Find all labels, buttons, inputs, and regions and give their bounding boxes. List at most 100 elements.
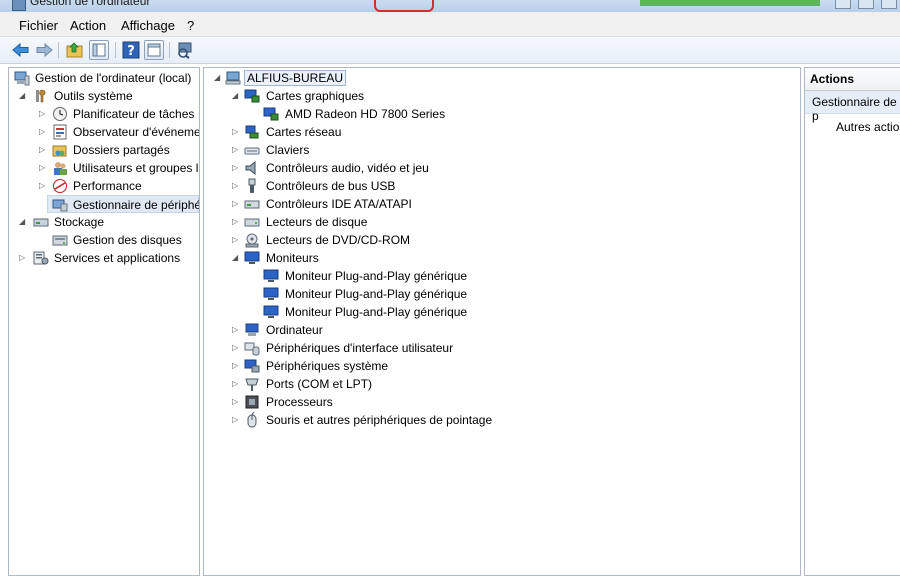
device-amd-radeon[interactable]: AMD Radeon HD 7800 Series bbox=[204, 105, 800, 123]
tools-icon bbox=[36, 89, 46, 103]
device-category-systeme[interactable]: ▷ Périphériques système bbox=[204, 357, 800, 375]
maximize-button[interactable] bbox=[858, 0, 874, 9]
close-button[interactable] bbox=[881, 0, 897, 9]
svg-text:?: ? bbox=[127, 44, 135, 59]
actions-section-gestionnaire[interactable]: Gestionnaire de p bbox=[805, 91, 900, 123]
collapsed-arrow-icon[interactable]: ▷ bbox=[232, 362, 239, 370]
menu-help[interactable]: ? bbox=[187, 18, 194, 33]
expanded-arrow-icon[interactable]: ◢ bbox=[232, 254, 239, 262]
collapsed-arrow-icon[interactable]: ▷ bbox=[232, 128, 239, 136]
tree-item-utilisateurs[interactable]: ▷ Utilisateurs et groupes l bbox=[9, 159, 199, 177]
tree-item-root[interactable]: Gestion de l'ordinateur (local) bbox=[9, 69, 199, 87]
collapsed-arrow-icon[interactable]: ▷ bbox=[39, 182, 46, 190]
up-folder-icon[interactable] bbox=[65, 40, 85, 60]
toolbar-separator bbox=[169, 42, 170, 58]
show-hide-tree-icon bbox=[92, 43, 106, 57]
display-adapter-icon bbox=[263, 107, 279, 121]
device-category-cartes-reseau[interactable]: ▷ Cartes réseau bbox=[204, 123, 800, 141]
usb-icon bbox=[248, 178, 256, 193]
tree-item-gestion-disques[interactable]: Gestion des disques bbox=[9, 231, 199, 249]
back-arrow-icon[interactable] bbox=[11, 40, 31, 60]
expanded-arrow-icon[interactable]: ◢ bbox=[19, 92, 26, 100]
help-icon[interactable]: ? bbox=[121, 40, 141, 60]
minimize-button[interactable] bbox=[835, 0, 851, 9]
computer-management-icon bbox=[12, 0, 26, 11]
collapsed-arrow-icon[interactable]: ▷ bbox=[232, 182, 239, 190]
collapsed-arrow-icon[interactable]: ▷ bbox=[39, 128, 46, 136]
device-category-moniteurs[interactable]: ◢ Moniteurs bbox=[204, 249, 800, 267]
monitor-icon bbox=[244, 251, 260, 264]
expanded-arrow-icon[interactable]: ◢ bbox=[232, 92, 239, 100]
device-tree: ◢ ALFIUS-BUREAU ◢ Cartes graphiques AMD … bbox=[203, 67, 801, 576]
toolbar-separator bbox=[58, 42, 59, 58]
device-manager-icon bbox=[52, 199, 68, 212]
computer-management-icon bbox=[14, 71, 30, 86]
scan-hardware-icon[interactable] bbox=[175, 40, 195, 60]
actions-pane: Actions Gestionnaire de p Autres actio bbox=[804, 67, 900, 576]
device-moniteur-1[interactable]: Moniteur Plug-and-Play générique bbox=[204, 267, 800, 285]
device-category-claviers[interactable]: ▷ Claviers bbox=[204, 141, 800, 159]
device-category-ports[interactable]: ▷ Ports (COM et LPT) bbox=[204, 375, 800, 393]
menu-fichier[interactable]: Fichier bbox=[19, 18, 58, 33]
tree-item-services[interactable]: ▷ Services et applications bbox=[9, 249, 199, 267]
decorative-red-shape bbox=[374, 0, 434, 12]
device-root[interactable]: ◢ ALFIUS-BUREAU bbox=[204, 69, 800, 87]
device-category-dvd[interactable]: ▷ Lecteurs de DVD/CD-ROM bbox=[204, 231, 800, 249]
collapsed-arrow-icon[interactable]: ▷ bbox=[232, 164, 239, 172]
device-category-audio[interactable]: ▷ Contrôleurs audio, vidéo et jeu bbox=[204, 159, 800, 177]
collapsed-arrow-icon[interactable]: ▷ bbox=[19, 254, 26, 262]
expanded-arrow-icon[interactable]: ◢ bbox=[214, 74, 221, 82]
collapsed-arrow-icon[interactable]: ▷ bbox=[39, 146, 46, 154]
ide-controller-icon bbox=[244, 200, 260, 209]
tree-item-planificateur[interactable]: ▷ Planificateur de tâches bbox=[9, 105, 199, 123]
menu-affichage[interactable]: Affichage bbox=[121, 18, 175, 33]
tree-item-observateur[interactable]: ▷ Observateur d'événeme bbox=[9, 123, 199, 141]
device-category-souris[interactable]: ▷ Souris et autres périphériques de poin… bbox=[204, 411, 800, 429]
device-category-cartes-graphiques[interactable]: ◢ Cartes graphiques bbox=[204, 87, 800, 105]
tree-item-gestionnaire-peripheriques[interactable]: Gestionnaire de périphé bbox=[47, 195, 199, 213]
performance-icon bbox=[53, 179, 67, 193]
device-moniteur-2[interactable]: Moniteur Plug-and-Play générique bbox=[204, 285, 800, 303]
device-category-hid[interactable]: ▷ Périphériques d'interface utilisateur bbox=[204, 339, 800, 357]
console-tree: Gestion de l'ordinateur (local) ◢ Outils… bbox=[8, 67, 200, 576]
show-hide-action-pane-button[interactable] bbox=[144, 40, 164, 60]
actions-header: Actions bbox=[805, 68, 900, 91]
services-icon bbox=[33, 251, 49, 265]
expanded-arrow-icon[interactable]: ◢ bbox=[19, 218, 26, 226]
collapsed-arrow-icon[interactable]: ▷ bbox=[232, 218, 239, 226]
collapsed-arrow-icon[interactable]: ▷ bbox=[232, 398, 239, 406]
port-icon bbox=[245, 378, 259, 391]
collapsed-arrow-icon[interactable]: ▷ bbox=[232, 326, 239, 334]
collapsed-arrow-icon[interactable]: ▷ bbox=[232, 416, 239, 424]
tree-item-outils-systeme[interactable]: ◢ Outils système bbox=[9, 87, 199, 105]
collapsed-arrow-icon[interactable]: ▷ bbox=[232, 146, 239, 154]
device-category-ordinateur[interactable]: ▷ Ordinateur bbox=[204, 321, 800, 339]
speaker-icon bbox=[245, 160, 256, 176]
device-category-lecteurs-disque[interactable]: ▷ Lecteurs de disque bbox=[204, 213, 800, 231]
tree-item-performance[interactable]: ▷ Performance bbox=[9, 177, 199, 195]
menu-action[interactable]: Action bbox=[70, 18, 106, 33]
tree-item-dossiers-partages[interactable]: ▷ Dossiers partagés bbox=[9, 141, 199, 159]
computer-icon bbox=[225, 71, 241, 85]
collapsed-arrow-icon[interactable]: ▷ bbox=[39, 110, 46, 118]
disk-drive-icon bbox=[244, 218, 260, 227]
collapsed-arrow-icon[interactable]: ▷ bbox=[232, 200, 239, 208]
shared-folder-icon bbox=[52, 145, 67, 157]
collapsed-arrow-icon[interactable]: ▷ bbox=[39, 164, 46, 172]
device-category-ide[interactable]: ▷ Contrôleurs IDE ATA/ATAPI bbox=[204, 195, 800, 213]
mouse-icon bbox=[247, 412, 257, 428]
other-actions-link[interactable]: Autres actio bbox=[836, 120, 899, 134]
device-category-processeurs[interactable]: ▷ Processeurs bbox=[204, 393, 800, 411]
show-hide-tree-button[interactable] bbox=[89, 40, 109, 60]
device-moniteur-3[interactable]: Moniteur Plug-and-Play générique bbox=[204, 303, 800, 321]
collapsed-arrow-icon[interactable]: ▷ bbox=[232, 236, 239, 244]
collapsed-arrow-icon[interactable]: ▷ bbox=[232, 380, 239, 388]
forward-arrow-icon[interactable] bbox=[34, 40, 54, 60]
tree-item-stockage[interactable]: ◢ Stockage bbox=[9, 213, 199, 231]
collapsed-arrow-icon[interactable]: ▷ bbox=[232, 344, 239, 352]
display-adapter-icon bbox=[244, 89, 260, 103]
window-title: Gestion de l'ordinateur bbox=[30, 0, 151, 8]
hid-icon bbox=[244, 342, 260, 356]
device-category-usb[interactable]: ▷ Contrôleurs de bus USB bbox=[204, 177, 800, 195]
keyboard-icon bbox=[244, 147, 260, 155]
